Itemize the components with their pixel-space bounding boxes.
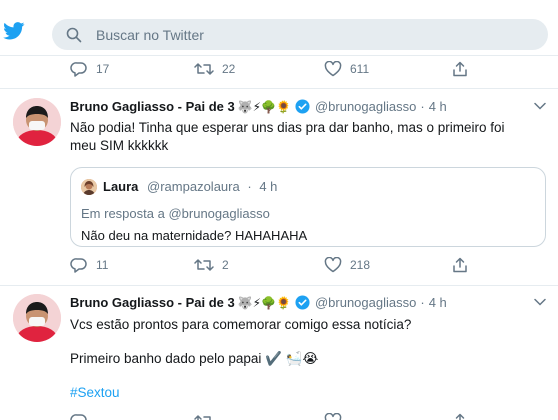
retweet-button[interactable] bbox=[194, 413, 214, 420]
like-button[interactable]: 218 bbox=[324, 257, 370, 273]
like-count: 611 bbox=[350, 62, 370, 76]
retweet-button[interactable]: 2 bbox=[194, 257, 229, 273]
name-emojis: 🐺⚡🌳🌻 bbox=[237, 295, 291, 310]
separator-dot: · bbox=[247, 179, 252, 194]
heart-icon bbox=[324, 257, 342, 273]
display-name[interactable]: Bruno Gagliasso - Pai de 3 bbox=[70, 99, 235, 114]
reply-context: Em resposta a @brunogagliasso bbox=[81, 206, 270, 221]
reply-button[interactable] bbox=[70, 413, 88, 420]
quoted-tweet[interactable]: Laura @rampazolaura · 4 h Em resposta a … bbox=[70, 167, 546, 247]
quoted-name: Laura bbox=[103, 179, 139, 194]
search-icon bbox=[66, 27, 82, 43]
reply-count: 17 bbox=[96, 62, 110, 76]
tweet-header: Bruno Gagliasso - Pai de 3 🐺⚡🌳🌻 @brunoga… bbox=[70, 99, 447, 114]
quoted-text: Não deu na maternidade? HAHAHAHA bbox=[81, 228, 308, 243]
top-bar bbox=[0, 0, 558, 56]
tweet-text-line: meu SIM kkkkkk bbox=[70, 138, 169, 153]
like-button[interactable] bbox=[324, 413, 342, 420]
chevron-down-icon[interactable] bbox=[534, 102, 546, 110]
verified-badge-icon bbox=[295, 295, 310, 310]
reply-handle: @brunogagliasso bbox=[168, 206, 270, 221]
hashtag-link[interactable]: #Sextou bbox=[70, 384, 548, 402]
share-button[interactable] bbox=[452, 413, 468, 420]
separator-dot: · bbox=[420, 99, 425, 114]
tweet-text: Vcs estão prontos para comemorar comigo … bbox=[70, 316, 548, 334]
avatar-image bbox=[13, 294, 61, 342]
name-emojis: 🐺⚡🌳🌻 bbox=[237, 99, 291, 114]
heart-icon bbox=[324, 413, 342, 420]
tweet-text-line: Primeiro banho dado pelo papai ✔️ 🛀😭 bbox=[70, 351, 319, 366]
tweet-text-line: Não podia! Tinha que esperar uns dias pr… bbox=[70, 120, 505, 135]
share-icon bbox=[453, 257, 467, 273]
tweet-text: Não podia! Tinha que esperar uns dias pr… bbox=[70, 119, 548, 155]
share-button[interactable] bbox=[452, 257, 468, 273]
quoted-avatar bbox=[81, 179, 97, 195]
verified-badge-icon bbox=[295, 99, 310, 114]
reply-icon bbox=[70, 258, 87, 273]
search-input[interactable] bbox=[96, 19, 516, 50]
tweet-text-line: Vcs estão prontos para comemorar comigo … bbox=[70, 317, 412, 332]
like-count: 218 bbox=[350, 258, 371, 272]
user-handle[interactable]: @brunogagliasso bbox=[315, 99, 416, 114]
quoted-header: Laura @rampazolaura · 4 h bbox=[103, 179, 277, 194]
tweet-divider bbox=[0, 88, 558, 89]
avatar-image bbox=[13, 98, 61, 146]
reply-button[interactable]: 17 bbox=[70, 61, 109, 77]
retweet-icon bbox=[194, 259, 214, 271]
quoted-timestamp: 4 h bbox=[259, 179, 278, 194]
reply-button[interactable]: 11 bbox=[70, 257, 108, 273]
avatar[interactable] bbox=[13, 98, 61, 146]
separator-dot: · bbox=[420, 295, 425, 310]
timestamp[interactable]: 4 h bbox=[429, 295, 447, 310]
display-name[interactable]: Bruno Gagliasso - Pai de 3 bbox=[70, 295, 235, 310]
share-button[interactable] bbox=[452, 61, 468, 77]
retweet-count: 22 bbox=[222, 62, 236, 76]
heart-icon bbox=[324, 61, 342, 77]
reply-icon bbox=[70, 62, 87, 77]
retweet-button[interactable]: 22 bbox=[194, 61, 235, 77]
search-bar[interactable] bbox=[52, 19, 548, 50]
reply-prefix: Em resposta a bbox=[81, 206, 165, 221]
share-icon bbox=[453, 61, 467, 77]
retweet-icon bbox=[194, 415, 211, 420]
quoted-handle: @rampazolaura bbox=[147, 179, 240, 194]
like-button[interactable]: 611 bbox=[324, 61, 369, 77]
timestamp[interactable]: 4 h bbox=[429, 99, 447, 114]
tweet-header: Bruno Gagliasso - Pai de 3 🐺⚡🌳🌻 @brunoga… bbox=[70, 295, 447, 310]
share-icon bbox=[455, 413, 465, 420]
retweet-count: 2 bbox=[222, 258, 229, 272]
retweet-icon bbox=[194, 63, 214, 75]
reply-icon bbox=[70, 414, 87, 420]
chevron-down-icon[interactable] bbox=[534, 298, 546, 306]
twitter-logo-icon[interactable] bbox=[3, 22, 25, 40]
user-handle[interactable]: @brunogagliasso bbox=[315, 295, 416, 310]
tweet-divider bbox=[0, 285, 558, 286]
tweet-text: Primeiro banho dado pelo papai ✔️ 🛀😭 bbox=[70, 350, 548, 368]
avatar[interactable] bbox=[13, 294, 61, 342]
reply-count: 11 bbox=[96, 258, 109, 272]
